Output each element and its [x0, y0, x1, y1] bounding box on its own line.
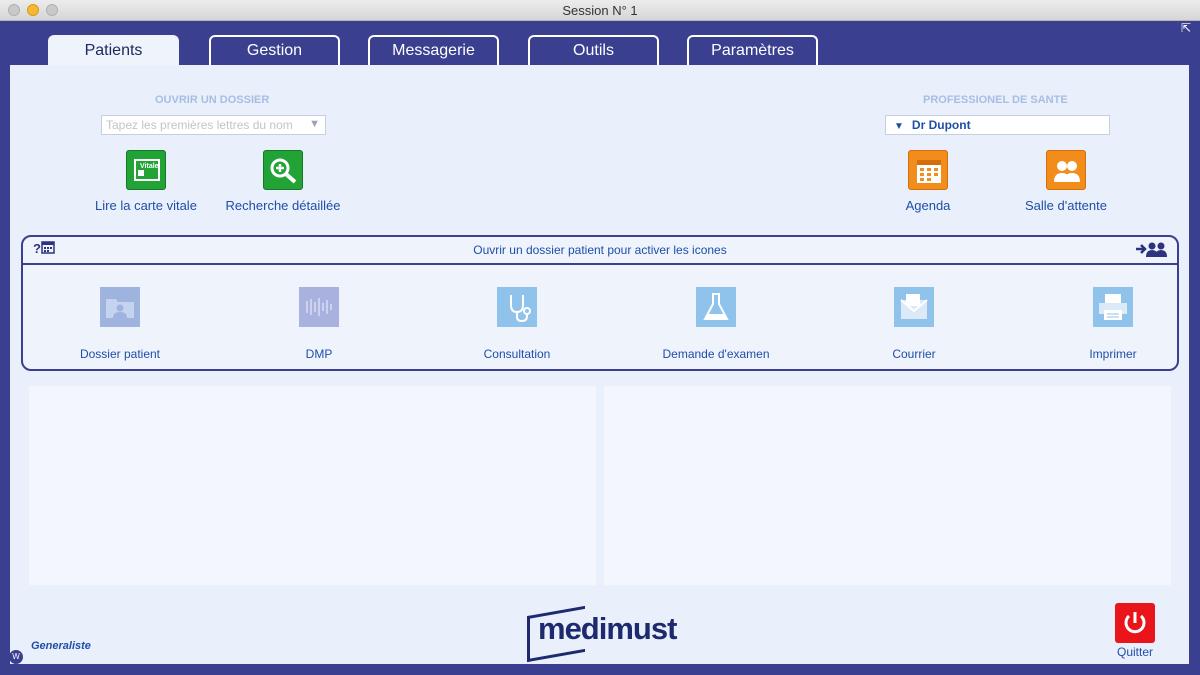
- power-icon: [1115, 603, 1155, 643]
- open-file-title: OUVRIR UN DOSSIER: [155, 94, 270, 106]
- calendar-icon: [908, 150, 948, 190]
- mail-icon: [894, 287, 934, 327]
- vitale-card-icon: Vitale: [126, 150, 166, 190]
- w-badge[interactable]: W: [9, 650, 23, 664]
- window-title: Session N° 1: [562, 3, 638, 18]
- search-zoom-icon: [263, 150, 303, 190]
- printer-icon: [1093, 287, 1133, 327]
- mail-button[interactable]: Courrier: [829, 287, 999, 361]
- health-pro-selected: Dr Dupont: [911, 118, 971, 132]
- tab-outils[interactable]: Outils: [528, 35, 659, 66]
- consultation-label: Consultation: [483, 347, 551, 361]
- dropdown-arrow-icon[interactable]: ▼: [309, 118, 320, 130]
- app-frame: ⇱ Patients Gestion Messagerie Outils Par…: [0, 21, 1200, 675]
- patient-arrival-icon[interactable]: [1135, 241, 1169, 260]
- right-info-pane: [604, 386, 1171, 585]
- health-pro-title: PROFESSIONEL DE SANTE: [923, 94, 1068, 106]
- dmp-button[interactable]: DMP: [234, 287, 404, 361]
- medimust-logo: medimust: [527, 605, 679, 663]
- panel-header: ? Ouvrir un dossier patient pour activer…: [23, 237, 1177, 265]
- search-placeholder: Tapez les premières lettres du nom: [106, 118, 293, 132]
- consultation-button[interactable]: Consultation: [432, 287, 602, 361]
- exam-request-label: Demande d'examen: [662, 347, 770, 361]
- read-vitale-button[interactable]: Vitale Lire la carte vitale: [71, 150, 221, 213]
- flask-icon: [696, 287, 736, 327]
- waiting-room-icon: [1046, 150, 1086, 190]
- health-pro-select[interactable]: ▼ Dr Dupont: [885, 115, 1110, 135]
- popout-icon[interactable]: ⇱: [1181, 22, 1194, 35]
- print-label: Imprimer: [1089, 347, 1137, 361]
- tab-parametres[interactable]: Paramètres: [687, 35, 818, 66]
- patients-page: OUVRIR UN DOSSIER Tapez les premières le…: [9, 65, 1189, 664]
- dmp-label: DMP: [305, 347, 333, 361]
- exam-request-button[interactable]: Demande d'examen: [631, 287, 801, 361]
- patient-folder-label: Dossier patient: [79, 347, 161, 361]
- read-vitale-label: Lire la carte vitale: [95, 198, 197, 213]
- agenda-button[interactable]: Agenda: [853, 150, 1003, 213]
- stethoscope-icon: [497, 287, 537, 327]
- dmp-icon: [299, 287, 339, 327]
- profile-label: Generaliste: [31, 640, 91, 652]
- detailed-search-button[interactable]: Recherche détaillée: [208, 150, 358, 213]
- dropdown-triangle-icon: ▼: [894, 121, 904, 132]
- detailed-search-label: Recherche détaillée: [225, 198, 341, 213]
- agenda-label: Agenda: [905, 198, 951, 213]
- patient-folder-icon: [100, 287, 140, 327]
- mail-label: Courrier: [892, 347, 936, 361]
- left-info-pane: [29, 386, 596, 585]
- svg-text:Vitale: Vitale: [140, 163, 159, 170]
- title-bar: Session N° 1: [0, 0, 1200, 21]
- waiting-room-label: Salle d'attente: [1025, 198, 1107, 213]
- panel-message: Ouvrir un dossier patient pour activer l…: [473, 243, 727, 257]
- patient-actions-panel: ? Ouvrir un dossier patient pour activer…: [21, 235, 1179, 371]
- waiting-room-button[interactable]: Salle d'attente: [991, 150, 1141, 213]
- tab-gestion[interactable]: Gestion: [209, 35, 340, 66]
- print-button[interactable]: Imprimer: [1028, 287, 1198, 361]
- tab-messagerie[interactable]: Messagerie: [368, 35, 499, 66]
- quit-button[interactable]: Quitter: [1110, 603, 1160, 659]
- tab-patients[interactable]: Patients: [48, 35, 179, 68]
- patient-folder-button[interactable]: Dossier patient: [35, 287, 205, 361]
- patient-search-input[interactable]: Tapez les premières lettres du nom ▼: [101, 115, 326, 135]
- quit-label: Quitter: [1116, 645, 1153, 659]
